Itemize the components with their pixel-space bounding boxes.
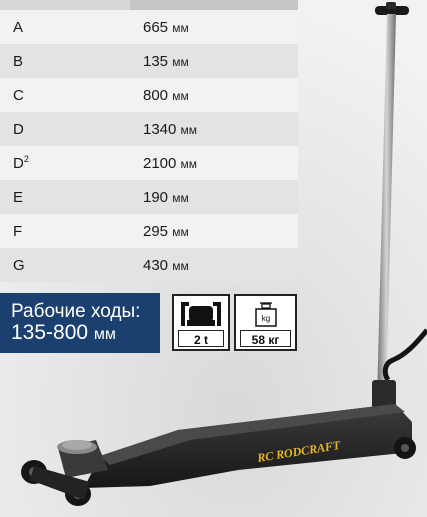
floor-jack-illustration: RC RODCRAFT	[21, 2, 427, 506]
product-spec-page: A 665 мм B 135 мм C 800 мм D 1340 мм D2 2100 мм E 1…	[0, 0, 427, 517]
